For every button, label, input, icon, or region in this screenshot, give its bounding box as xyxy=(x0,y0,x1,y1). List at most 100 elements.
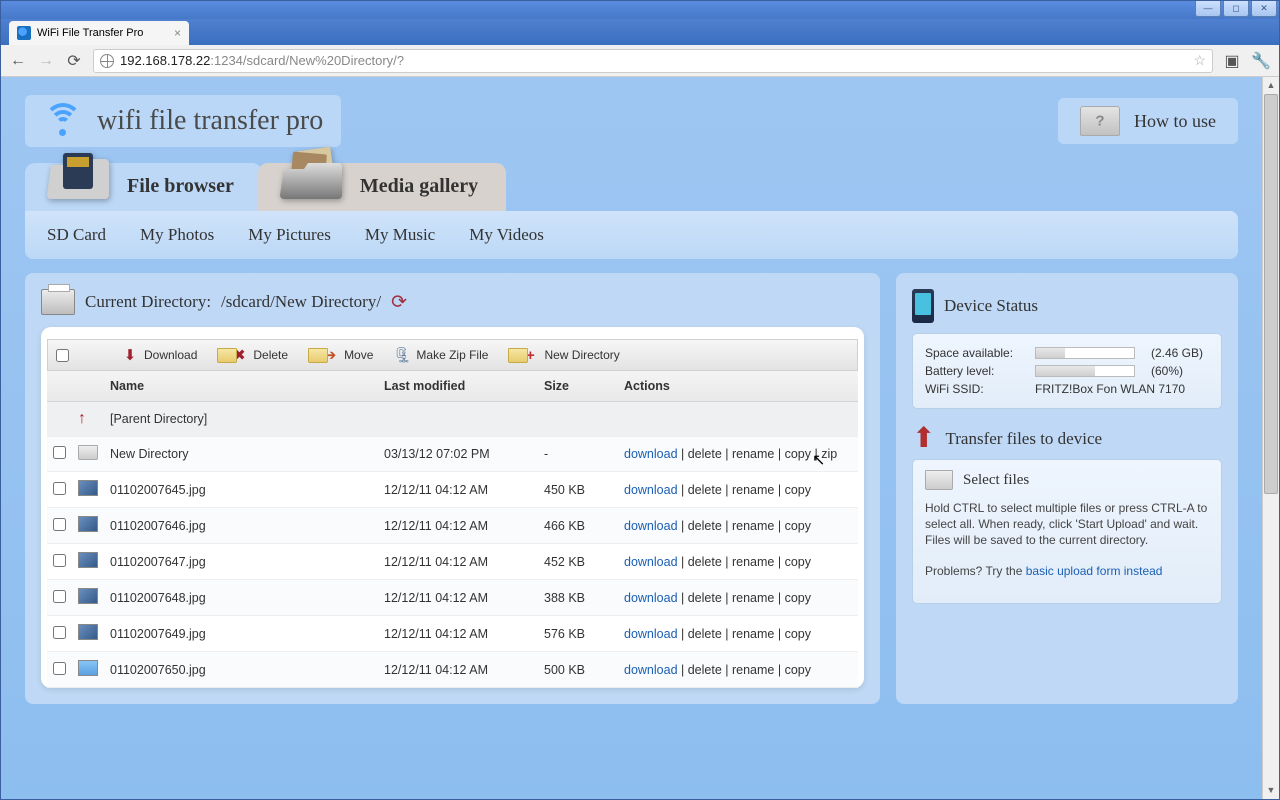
subnav-item[interactable]: My Music xyxy=(365,225,435,245)
browser-tab[interactable]: WiFi File Transfer Pro × xyxy=(9,21,189,45)
how-to-use-label: How to use xyxy=(1134,111,1216,132)
vertical-scrollbar[interactable]: ▲ ▼ xyxy=(1262,77,1279,799)
device-status-title: Device Status xyxy=(944,296,1038,316)
action-rename[interactable]: rename xyxy=(732,555,774,569)
action-rename[interactable]: rename xyxy=(732,663,774,677)
file-actions: download | delete | rename | copy | zip xyxy=(618,437,858,472)
file-row[interactable]: 01102007648.jpg12/12/11 04:12 AM388 KBdo… xyxy=(47,580,858,616)
space-label: Space available: xyxy=(925,346,1025,360)
delete-button[interactable]: ✖Delete xyxy=(209,344,296,366)
forward-button[interactable]: → xyxy=(37,52,55,70)
globe-icon xyxy=(100,54,114,68)
row-checkbox[interactable] xyxy=(53,662,66,675)
action-delete[interactable]: delete xyxy=(688,591,722,605)
action-copy[interactable]: copy xyxy=(785,555,811,569)
select-all-checkbox[interactable] xyxy=(56,349,69,362)
url-host: 192.168.178.22 xyxy=(120,53,210,68)
browser-toolbar: ← → ⟳ 192.168.178.22:1234/sdcard/New%20D… xyxy=(1,45,1279,77)
row-checkbox[interactable] xyxy=(53,554,66,567)
new-directory-button[interactable]: +New Directory xyxy=(500,344,627,366)
folder-icon xyxy=(217,348,237,363)
action-download[interactable]: download xyxy=(624,663,678,677)
action-download[interactable]: download xyxy=(624,555,678,569)
window-minimize-button[interactable]: — xyxy=(1195,1,1221,17)
move-button[interactable]: ➔Move xyxy=(300,344,381,366)
action-delete[interactable]: delete xyxy=(688,519,722,533)
action-zip[interactable]: zip xyxy=(821,447,837,461)
action-delete[interactable]: delete xyxy=(688,663,722,677)
parent-directory-row[interactable]: ↑ [Parent Directory] xyxy=(47,402,858,437)
window-close-button[interactable]: ✕ xyxy=(1251,1,1277,17)
make-zip-button[interactable]: 🗜Make Zip File xyxy=(385,344,496,366)
file-row[interactable]: New Directory03/13/12 07:02 PM-download … xyxy=(47,437,858,472)
action-download[interactable]: download xyxy=(624,447,678,461)
row-checkbox[interactable] xyxy=(53,482,66,495)
action-copy[interactable]: copy xyxy=(785,519,811,533)
how-to-use-button[interactable]: How to use xyxy=(1058,98,1238,144)
panel-toggle-icon[interactable]: ▣ xyxy=(1223,51,1241,71)
file-row[interactable]: 01102007647.jpg12/12/11 04:12 AM452 KBdo… xyxy=(47,544,858,580)
window-maximize-button[interactable]: ◻ xyxy=(1223,1,1249,17)
scroll-up-icon[interactable]: ▲ xyxy=(1263,77,1279,94)
row-checkbox[interactable] xyxy=(53,590,66,603)
tab-file-browser[interactable]: File browser xyxy=(25,163,262,211)
parent-directory-label: [Parent Directory] xyxy=(104,402,858,437)
row-checkbox[interactable] xyxy=(53,518,66,531)
image-thumbnail-icon xyxy=(78,588,98,604)
row-checkbox[interactable] xyxy=(53,446,66,459)
sub-nav: SD Card My Photos My Pictures My Music My Vi… xyxy=(25,211,1238,259)
bookmark-star-icon[interactable]: ☆ xyxy=(1194,52,1207,69)
file-modified: 12/12/11 04:12 AM xyxy=(378,544,538,580)
action-copy[interactable]: copy xyxy=(785,663,811,677)
col-modified[interactable]: Last modified xyxy=(378,371,538,402)
action-download[interactable]: download xyxy=(624,483,678,497)
col-size[interactable]: Size xyxy=(538,371,618,402)
basic-upload-link[interactable]: basic upload form instead xyxy=(1026,564,1163,578)
file-row[interactable]: 01102007649.jpg12/12/11 04:12 AM576 KBdo… xyxy=(47,616,858,652)
action-copy[interactable]: copy xyxy=(785,447,811,461)
select-files-button[interactable]: Select files xyxy=(925,470,1209,490)
col-name[interactable]: Name xyxy=(104,371,378,402)
tab-close-icon[interactable]: × xyxy=(174,26,181,40)
file-modified: 12/12/11 04:12 AM xyxy=(378,616,538,652)
tab-media-gallery[interactable]: Media gallery xyxy=(258,163,506,211)
refresh-icon[interactable]: ⟳ xyxy=(391,291,407,314)
action-delete[interactable]: delete xyxy=(688,447,722,461)
action-rename[interactable]: rename xyxy=(732,627,774,641)
subnav-item[interactable]: My Videos xyxy=(469,225,544,245)
action-rename[interactable]: rename xyxy=(732,591,774,605)
favicon-icon xyxy=(17,26,31,40)
download-button[interactable]: ⬇Download xyxy=(113,344,205,366)
action-rename[interactable]: rename xyxy=(732,483,774,497)
action-delete[interactable]: delete xyxy=(688,627,722,641)
upload-box: Select files Hold CTRL to select multipl… xyxy=(912,459,1222,604)
action-copy[interactable]: copy xyxy=(785,627,811,641)
scroll-down-icon[interactable]: ▼ xyxy=(1263,782,1279,799)
scroll-thumb[interactable] xyxy=(1264,94,1278,494)
row-checkbox[interactable] xyxy=(53,626,66,639)
subnav-item[interactable]: My Pictures xyxy=(248,225,331,245)
action-rename[interactable]: rename xyxy=(732,447,774,461)
action-copy[interactable]: copy xyxy=(785,591,811,605)
file-row[interactable]: 01102007650.jpg12/12/11 04:12 AM500 KBdo… xyxy=(47,652,858,688)
file-row[interactable]: 01102007646.jpg12/12/11 04:12 AM466 KBdo… xyxy=(47,508,858,544)
file-actions: download | delete | rename | copy xyxy=(618,616,858,652)
subnav-item[interactable]: SD Card xyxy=(47,225,106,245)
address-bar[interactable]: 192.168.178.22:1234/sdcard/New%20Directo… xyxy=(93,49,1213,73)
action-download[interactable]: download xyxy=(624,519,678,533)
reload-button[interactable]: ⟳ xyxy=(65,51,83,71)
subnav-item[interactable]: My Photos xyxy=(140,225,214,245)
action-download[interactable]: download xyxy=(624,627,678,641)
action-download[interactable]: download xyxy=(624,591,678,605)
file-size: 450 KB xyxy=(538,472,618,508)
wifi-icon xyxy=(43,103,83,139)
action-delete[interactable]: delete xyxy=(688,555,722,569)
zip-icon: 🗜 xyxy=(393,346,411,364)
action-rename[interactable]: rename xyxy=(732,519,774,533)
file-row[interactable]: 01102007645.jpg12/12/11 04:12 AM450 KBdo… xyxy=(47,472,858,508)
wrench-menu-icon[interactable]: 🔧 xyxy=(1251,51,1271,71)
back-button[interactable]: ← xyxy=(9,52,27,70)
file-toolbar: ⬇Download ✖Delete ➔Move 🗜Make Zip File +… xyxy=(47,339,858,371)
action-copy[interactable]: copy xyxy=(785,483,811,497)
action-delete[interactable]: delete xyxy=(688,483,722,497)
